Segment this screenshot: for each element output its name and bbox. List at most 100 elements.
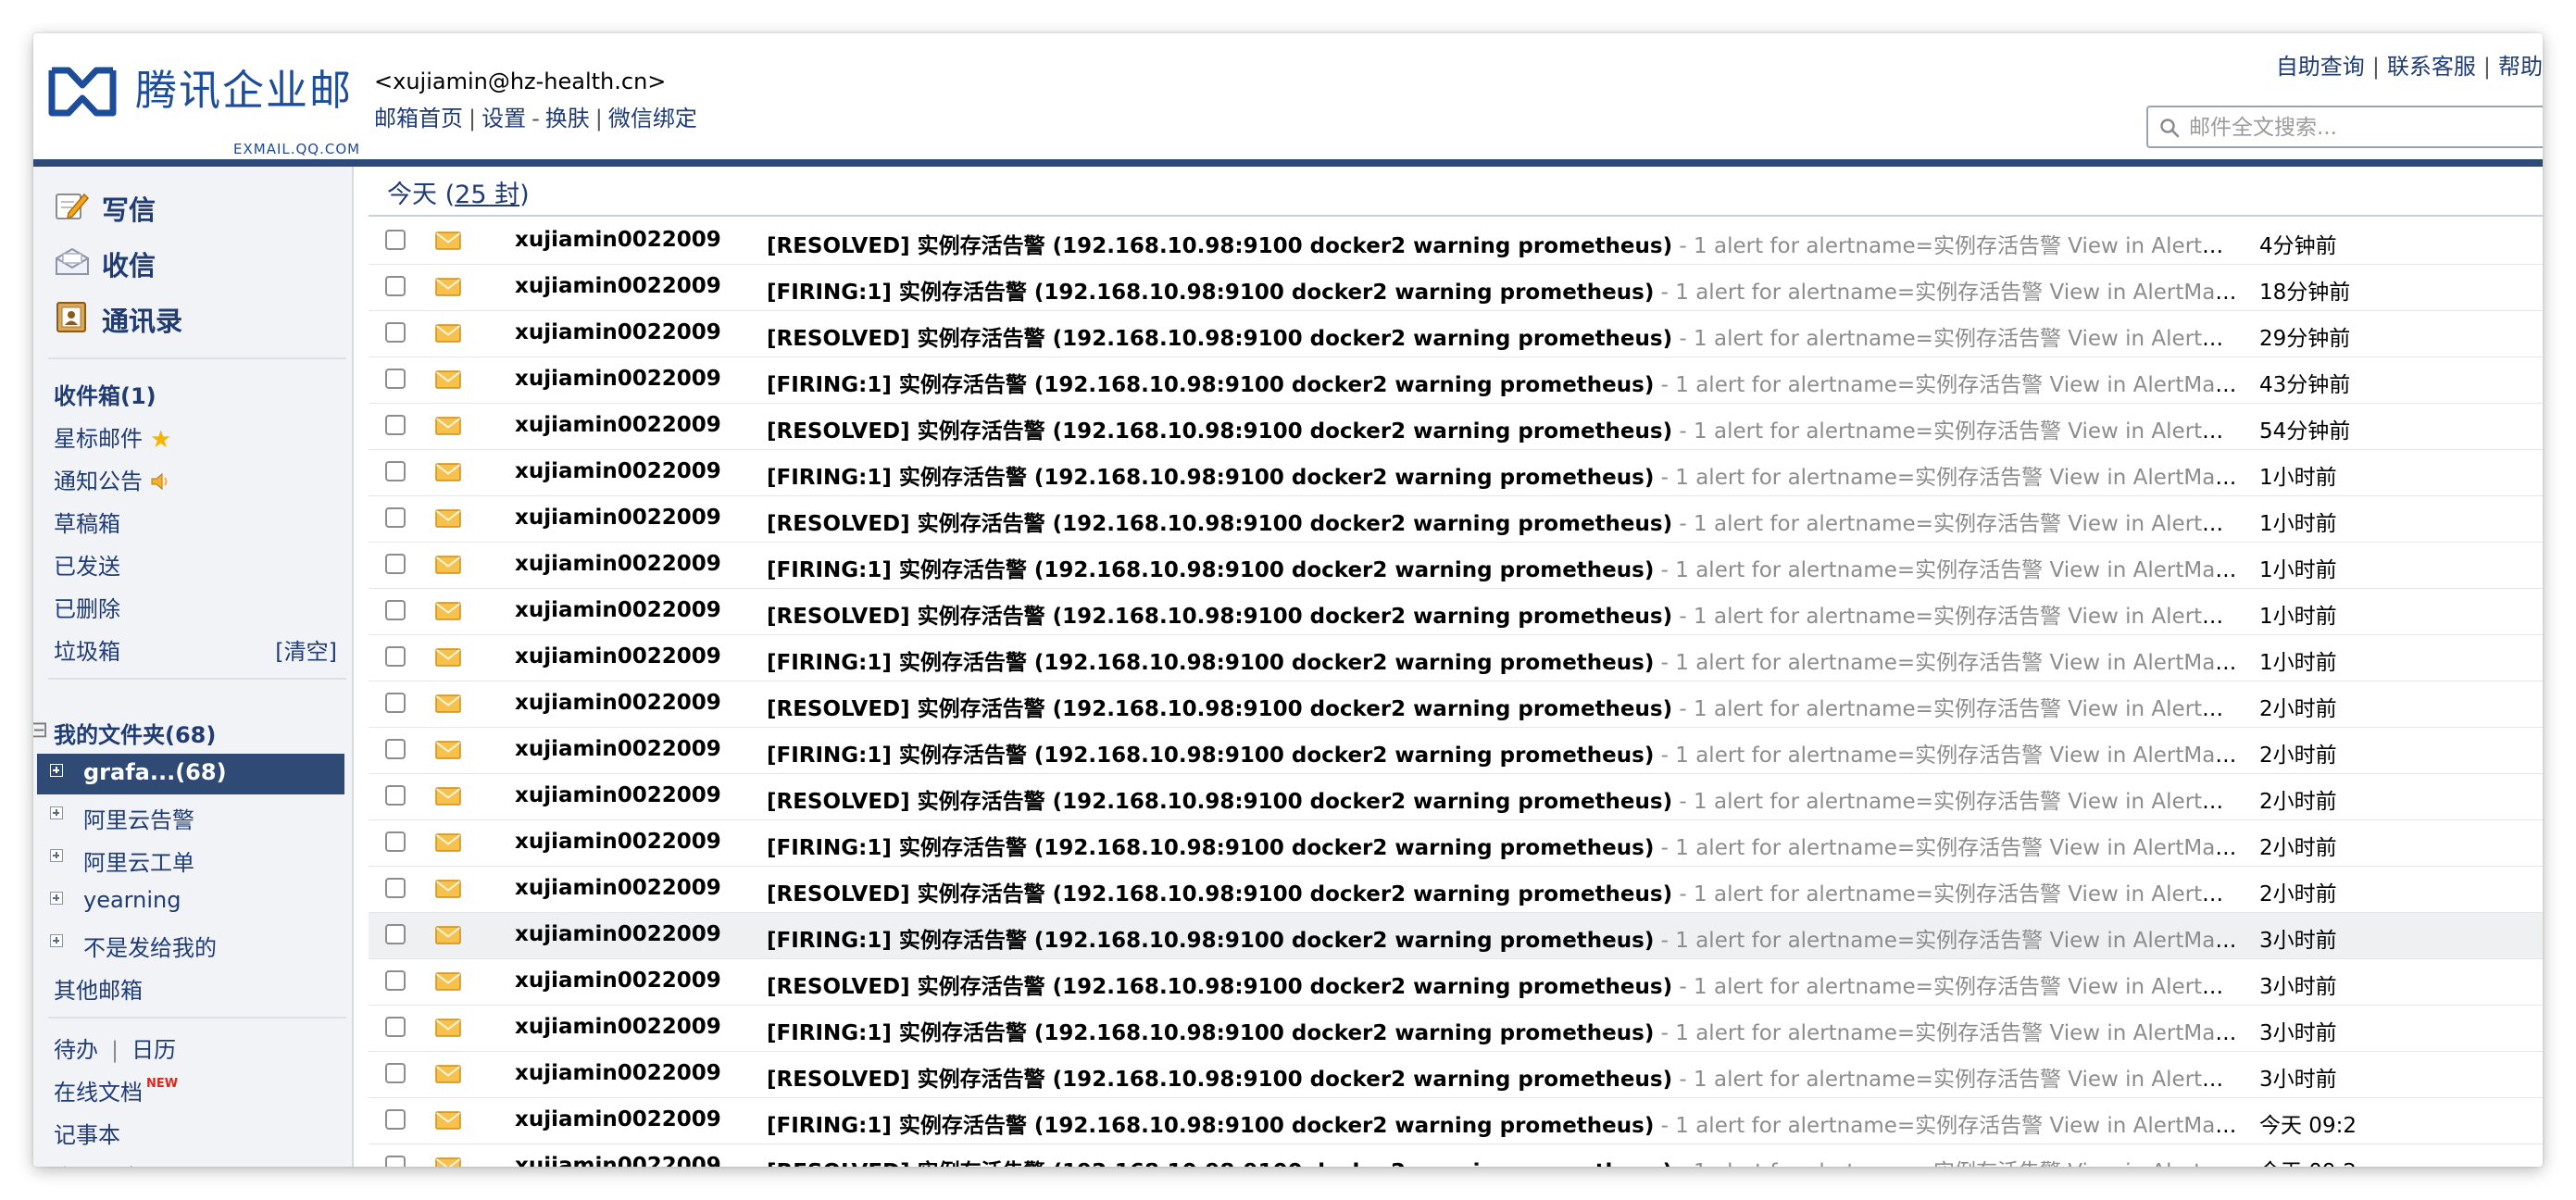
mail-row[interactable]: xujiamin0022009 [FIRING:1] 实例存活告警 (192.16… (369, 543, 2543, 589)
mail-row[interactable]: xujiamin0022009 [RESOLVED] 实例存活告警 (192.16… (369, 496, 2543, 543)
mail-row[interactable]: xujiamin0022009 [RESOLVED] 实例存活告警 (192.16… (369, 1052, 2543, 1098)
mail-row[interactable]: xujiamin0022009 [RESOLVED] 实例存活告警 (192.16… (369, 219, 2543, 265)
clear-spam-button[interactable]: [清空] (275, 633, 337, 666)
mailbox-home-link[interactable]: 邮箱首页 (374, 106, 463, 131)
starred-label: 星标邮件 (54, 426, 143, 452)
mail-row[interactable]: xujiamin0022009 [RESOLVED] 实例存活告警 (192.16… (369, 589, 2543, 635)
mail-row[interactable]: xujiamin0022009 [FIRING:1] 实例存活告警 (192.16… (369, 357, 2543, 404)
mail-row[interactable]: xujiamin0022009 [RESOLVED] 实例存活告警 (192.16… (369, 404, 2543, 450)
mail-row[interactable]: xujiamin0022009 [RESOLVED] 实例存活告警 (192.16… (369, 681, 2543, 728)
row-checkbox[interactable] (385, 785, 406, 806)
row-checkbox[interactable] (385, 507, 406, 528)
expand-icon[interactable] (50, 764, 63, 777)
row-checkbox[interactable] (385, 461, 406, 481)
sidebar-item-online-docs[interactable]: 在线文档 NEW (54, 1074, 178, 1106)
sidebar-item-other-mailbox[interactable]: 其他邮箱 (54, 972, 143, 1005)
mail-row[interactable]: xujiamin0022009 [RESOLVED] 实例存活告警 (192.16… (369, 311, 2543, 357)
expand-icon[interactable] (50, 849, 63, 862)
sidebar-item-inbox[interactable]: 收件箱(1) (54, 378, 156, 410)
skin-link[interactable]: 换肤 (545, 106, 590, 131)
row-checkbox[interactable] (385, 693, 406, 713)
folder-item-yearning[interactable]: yearning (37, 881, 344, 922)
logo-domain: EXMAIL.QQ.COM (233, 141, 361, 157)
search-icon (2160, 119, 2180, 138)
search-input[interactable] (2187, 113, 2543, 143)
contact-support-link[interactable]: 联系客服 (2387, 54, 2476, 80)
mail-summary: - 1 alert for alertname=实例存活告警 View in A… (1660, 1114, 2237, 1138)
expand-icon[interactable] (50, 934, 63, 947)
mail-row[interactable]: xujiamin0022009 [FIRING:1] 实例存活告警 (192.16… (369, 635, 2543, 681)
mail-row[interactable]: xujiamin0022009 [FIRING:1] 实例存活告警 (192.16… (369, 820, 2543, 867)
row-checkbox[interactable] (385, 230, 406, 250)
sidebar-item-netdisk[interactable]: 企业网盘 (54, 1159, 143, 1167)
mail-subject-line: [RESOLVED] 实例存活告警 (192.168.10.98:9100 do… (767, 876, 2237, 907)
row-checkbox[interactable] (385, 600, 406, 620)
mail-row[interactable]: xujiamin0022009 [RESOLVED] 实例存活告警 (192.16… (369, 1144, 2543, 1167)
mail-row[interactable]: xujiamin0022009 [FIRING:1] 实例存活告警 (192.16… (369, 728, 2543, 774)
row-checkbox[interactable] (385, 646, 406, 667)
mail-time: 54分钟前 (2259, 419, 2351, 444)
mail-subject: [FIRING:1] 实例存活告警 (192.168.10.98:9100 do… (767, 1114, 1655, 1138)
row-checkbox[interactable] (385, 1109, 406, 1130)
folder-item-aliyun-alert[interactable]: 阿里云告警 (37, 796, 344, 837)
row-checkbox[interactable] (385, 415, 406, 435)
row-checkbox[interactable] (385, 554, 406, 574)
folder-label: yearning (83, 887, 181, 913)
todo-link[interactable]: 待办 (54, 1037, 98, 1063)
mail-row[interactable]: xujiamin0022009 [RESOLVED] 实例存活告警 (192.16… (369, 774, 2543, 820)
mail-row[interactable]: xujiamin0022009 [FIRING:1] 实例存活告警 (192.16… (369, 450, 2543, 496)
sidebar-item-notes[interactable]: 记事本 (54, 1117, 120, 1149)
unread-envelope-icon (435, 463, 461, 481)
calendar-link[interactable]: 日历 (131, 1037, 176, 1063)
mail-time: 3小时前 (2259, 929, 2337, 953)
mail-time: 1小时前 (2259, 558, 2337, 582)
mail-subject-line: [FIRING:1] 实例存活告警 (192.168.10.98:9100 do… (767, 644, 2237, 676)
row-checkbox[interactable] (385, 1156, 406, 1167)
contacts-label: 通讯录 (102, 306, 183, 337)
sidebar-item-notices[interactable]: 通知公告 (54, 463, 172, 495)
folder-item-aliyun-ticket[interactable]: 阿里云工单 (37, 839, 344, 880)
row-checkbox[interactable] (385, 831, 406, 852)
row-checkbox[interactable] (385, 739, 406, 759)
mail-summary: - 1 alert for alertname=实例存活告警 View in A… (1660, 836, 2237, 860)
row-checkbox[interactable] (385, 369, 406, 389)
mail-summary: - 1 alert for alertname=实例存活告警 View in A… (1660, 558, 2237, 582)
row-checkbox[interactable] (385, 276, 406, 296)
mail-sender: xujiamin0022009 (515, 644, 721, 669)
sidebar-item-deleted[interactable]: 已删除 (54, 591, 120, 623)
folder-label: grafa...(68) (83, 759, 227, 785)
folder-item-grafana[interactable]: grafa...(68) (37, 754, 344, 794)
expand-icon[interactable] (50, 806, 63, 819)
row-checkbox[interactable] (385, 1017, 406, 1037)
wechat-bind-link[interactable]: 微信绑定 (608, 106, 697, 131)
mail-row[interactable]: xujiamin0022009 [RESOLVED] 实例存活告警 (192.16… (369, 959, 2543, 1006)
self-service-link[interactable]: 自助查询 (2276, 54, 2365, 80)
help-link[interactable]: 帮助 (2498, 54, 2543, 80)
unread-envelope-icon (435, 370, 461, 389)
mail-sender: xujiamin0022009 (515, 876, 721, 900)
sidebar-item-spam[interactable]: 垃圾箱 (54, 633, 120, 666)
row-checkbox[interactable] (385, 970, 406, 991)
sidebar: 写信 收信 通讯录 收件箱(1) 星标邮件 ★ 通知公告 草稿箱 已发送 已删除 (33, 167, 354, 1167)
search-box[interactable] (2146, 106, 2543, 148)
mail-row[interactable]: xujiamin0022009 [FIRING:1] 实例存活告警 (192.16… (369, 1098, 2543, 1144)
expand-icon[interactable] (50, 892, 63, 905)
row-checkbox[interactable] (385, 1063, 406, 1083)
my-folders[interactable]: 我的文件夹(68) (54, 717, 216, 749)
logo[interactable]: 腾讯企业邮 EXMAIL.QQ.COM (48, 61, 381, 157)
mail-row[interactable]: xujiamin0022009 [FIRING:1] 实例存活告警 (192.16… (369, 913, 2543, 959)
sidebar-item-starred[interactable]: 星标邮件 ★ (54, 420, 171, 454)
row-checkbox[interactable] (385, 322, 406, 343)
collapse-icon[interactable]: ⊟ (33, 717, 48, 743)
settings-link[interactable]: 设置 (481, 106, 526, 131)
sidebar-item-drafts[interactable]: 草稿箱 (54, 506, 120, 538)
mail-row[interactable]: xujiamin0022009 [FIRING:1] 实例存活告警 (192.16… (369, 1006, 2543, 1052)
mail-subject-line: [RESOLVED] 实例存活告警 (192.168.10.98:9100 do… (767, 691, 2237, 722)
row-checkbox[interactable] (385, 924, 406, 944)
folder-item-not-for-me[interactable]: 不是发给我的 (37, 924, 344, 965)
mail-row[interactable]: xujiamin0022009 [FIRING:1] 实例存活告警 (192.16… (369, 265, 2543, 311)
mail-count-link[interactable]: 25 封 (455, 181, 519, 209)
mail-row[interactable]: xujiamin0022009 [RESOLVED] 实例存活告警 (192.16… (369, 867, 2543, 913)
row-checkbox[interactable] (385, 878, 406, 898)
sidebar-item-sent[interactable]: 已发送 (54, 548, 120, 581)
